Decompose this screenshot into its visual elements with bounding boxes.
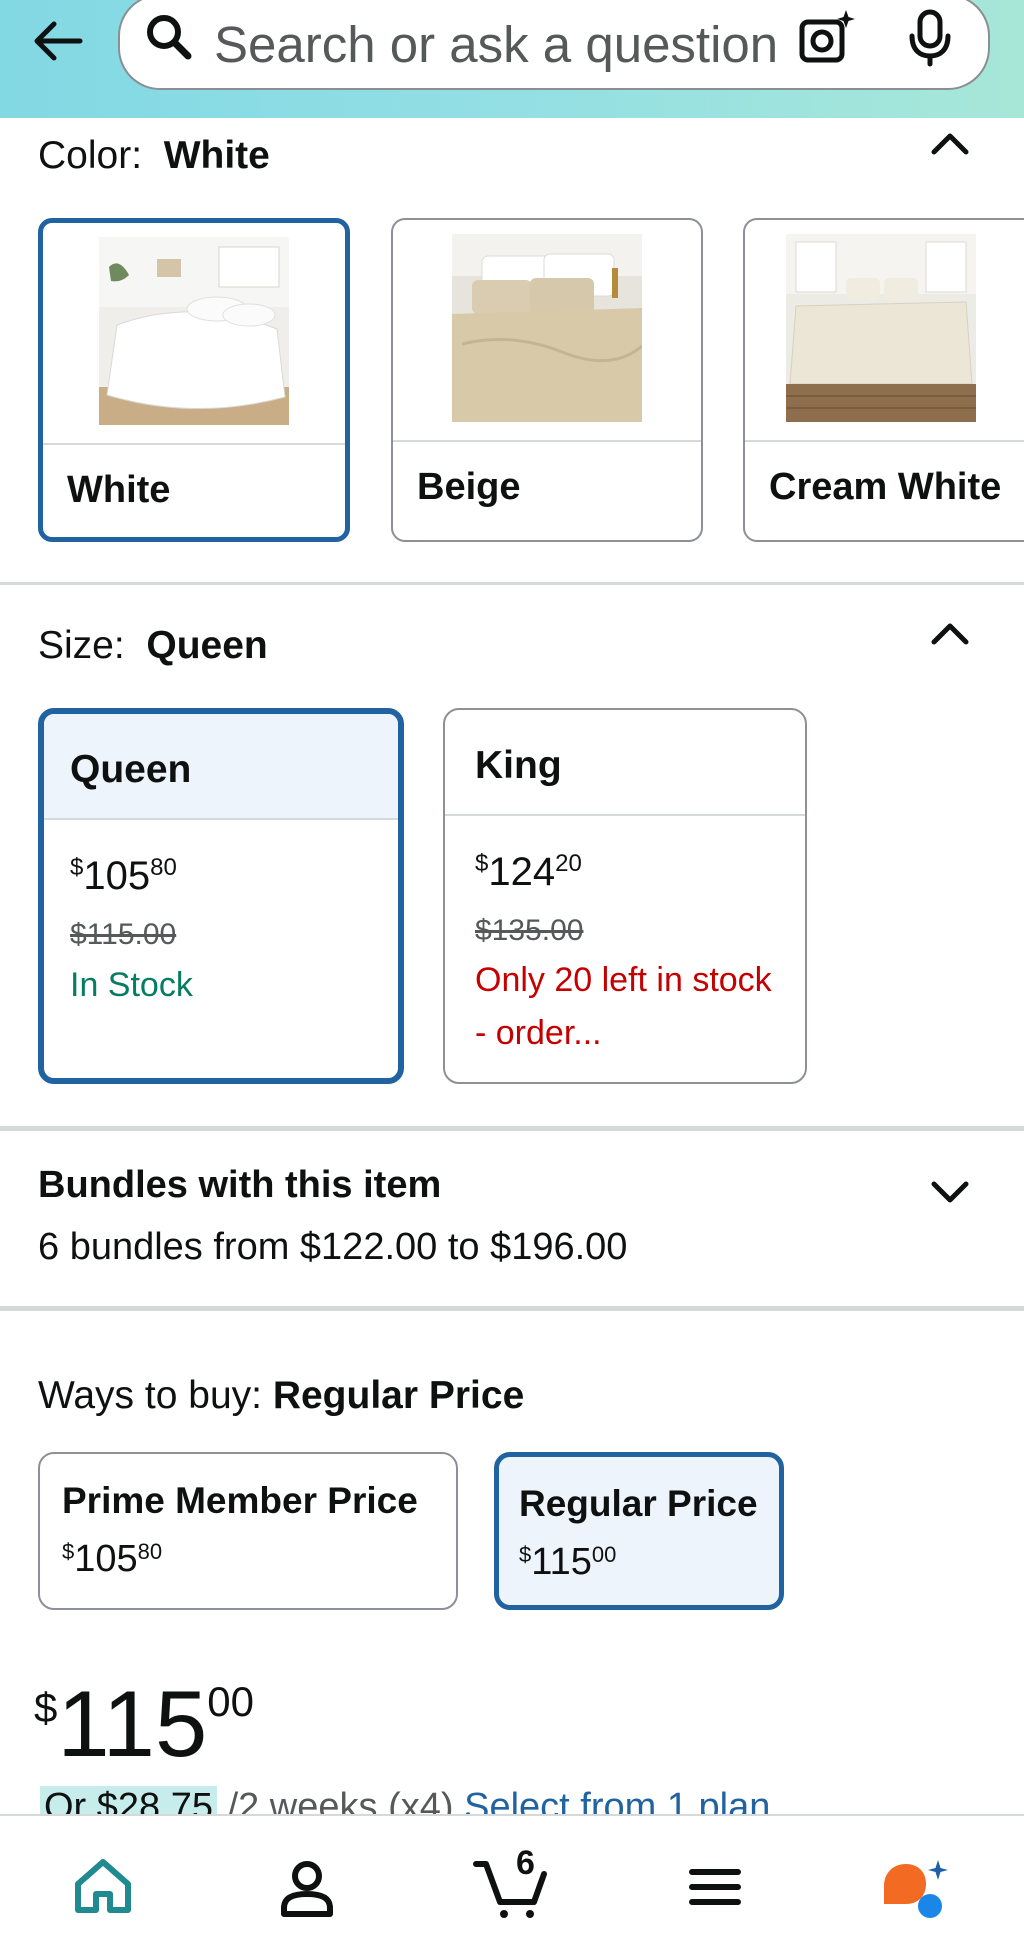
color-label-text: Color: bbox=[38, 134, 143, 177]
cart-button[interactable]: 6 bbox=[472, 1844, 552, 1922]
search-icon bbox=[147, 15, 192, 60]
menu-icon[interactable] bbox=[680, 1852, 750, 1922]
size-option-name: Queen bbox=[70, 748, 192, 791]
buy-option-name: Regular Price bbox=[519, 1483, 758, 1524]
color-label: Color: White bbox=[38, 134, 270, 178]
price-whole: 105 bbox=[83, 854, 151, 898]
ways-to-buy-label: Ways to buy: Regular Price bbox=[38, 1374, 524, 1418]
cart-count: 6 bbox=[516, 1844, 535, 1882]
ways-to-buy-selected-value: Regular Price bbox=[272, 1374, 525, 1417]
price-whole: 124 bbox=[488, 850, 556, 894]
camera-lens-icon[interactable] bbox=[796, 6, 858, 68]
cart-icon bbox=[473, 1861, 547, 1918]
header-bar bbox=[0, 0, 1024, 118]
ways-to-buy-label-text: Ways to buy: bbox=[38, 1374, 262, 1417]
size-label-text: Size: bbox=[38, 624, 125, 667]
color-image-wrap bbox=[43, 223, 345, 445]
buy-option-price: $10580 bbox=[62, 1538, 163, 1580]
price-fraction: 80 bbox=[150, 854, 177, 881]
color-option-label: Cream White bbox=[769, 466, 1002, 508]
color-option-white[interactable]: White bbox=[38, 218, 350, 542]
section-divider bbox=[0, 582, 1024, 585]
home-icon[interactable] bbox=[68, 1852, 138, 1922]
price-fraction: 00 bbox=[591, 1542, 617, 1567]
size-option-price: $10580 bbox=[70, 854, 177, 898]
buy-option-name: Prime Member Price bbox=[62, 1480, 418, 1521]
buy-option-price: $11500 bbox=[519, 1541, 617, 1583]
bundles-title[interactable]: Bundles with this item bbox=[38, 1164, 441, 1207]
chevron-down-icon[interactable] bbox=[928, 1178, 972, 1208]
chevron-up-icon[interactable] bbox=[928, 618, 972, 648]
back-arrow-icon[interactable] bbox=[28, 16, 88, 66]
price-whole: 115 bbox=[57, 1671, 208, 1776]
price-whole: 105 bbox=[74, 1538, 138, 1580]
size-option-queen[interactable]: Queen $10580 $115.00 In Stock bbox=[38, 708, 404, 1084]
account-icon[interactable] bbox=[272, 1852, 342, 1922]
color-option-beige[interactable]: Beige bbox=[391, 218, 703, 542]
color-image-wrap bbox=[745, 220, 1024, 442]
size-option-price: $12420 bbox=[475, 850, 582, 894]
price-fraction: 80 bbox=[137, 1539, 163, 1564]
color-image-wrap bbox=[393, 220, 701, 442]
color-option-label: Beige bbox=[417, 466, 521, 508]
price-fraction: 00 bbox=[207, 1678, 254, 1725]
size-option-list-price: $135.00 bbox=[475, 914, 584, 947]
stock-status: In Stock bbox=[70, 966, 193, 1004]
size-option-header: Queen bbox=[44, 714, 398, 820]
bottom-navigation: 6 bbox=[0, 1814, 1024, 1955]
color-selected-value: White bbox=[163, 134, 270, 177]
section-divider bbox=[0, 1306, 1024, 1311]
cream-white-bedding-image bbox=[786, 234, 976, 422]
white-bedding-image bbox=[99, 237, 289, 425]
size-option-name: King bbox=[475, 744, 562, 787]
color-option-label: White bbox=[67, 469, 171, 511]
section-divider bbox=[0, 1126, 1024, 1131]
size-option-list-price: $115.00 bbox=[70, 918, 177, 951]
price-whole: 115 bbox=[531, 1541, 592, 1583]
chevron-up-icon[interactable] bbox=[928, 128, 972, 158]
beige-bedding-image bbox=[452, 234, 642, 422]
price-fraction: 20 bbox=[555, 850, 582, 877]
buy-option-regular[interactable]: Regular Price $11500 bbox=[494, 1452, 784, 1610]
microphone-icon[interactable] bbox=[904, 6, 956, 68]
search-bar[interactable] bbox=[118, 0, 990, 90]
color-option-cream-white[interactable]: Cream White bbox=[743, 218, 1024, 542]
search-input[interactable] bbox=[214, 16, 794, 72]
size-option-king[interactable]: King $12420 $135.00 Only 20 left in stoc… bbox=[443, 708, 807, 1084]
size-option-header: King bbox=[445, 710, 805, 816]
current-price: $11500 bbox=[34, 1652, 254, 1774]
rufus-assistant-icon[interactable] bbox=[878, 1852, 954, 1922]
bundles-subtitle: 6 bundles from $122.00 to $196.00 bbox=[38, 1226, 628, 1268]
stock-status: Only 20 left in stock - order... bbox=[475, 961, 772, 1052]
buy-option-prime[interactable]: Prime Member Price $10580 bbox=[38, 1452, 458, 1610]
size-selected-value: Queen bbox=[146, 624, 268, 667]
size-label: Size: Queen bbox=[38, 624, 268, 668]
price-currency: $ bbox=[34, 1684, 58, 1731]
